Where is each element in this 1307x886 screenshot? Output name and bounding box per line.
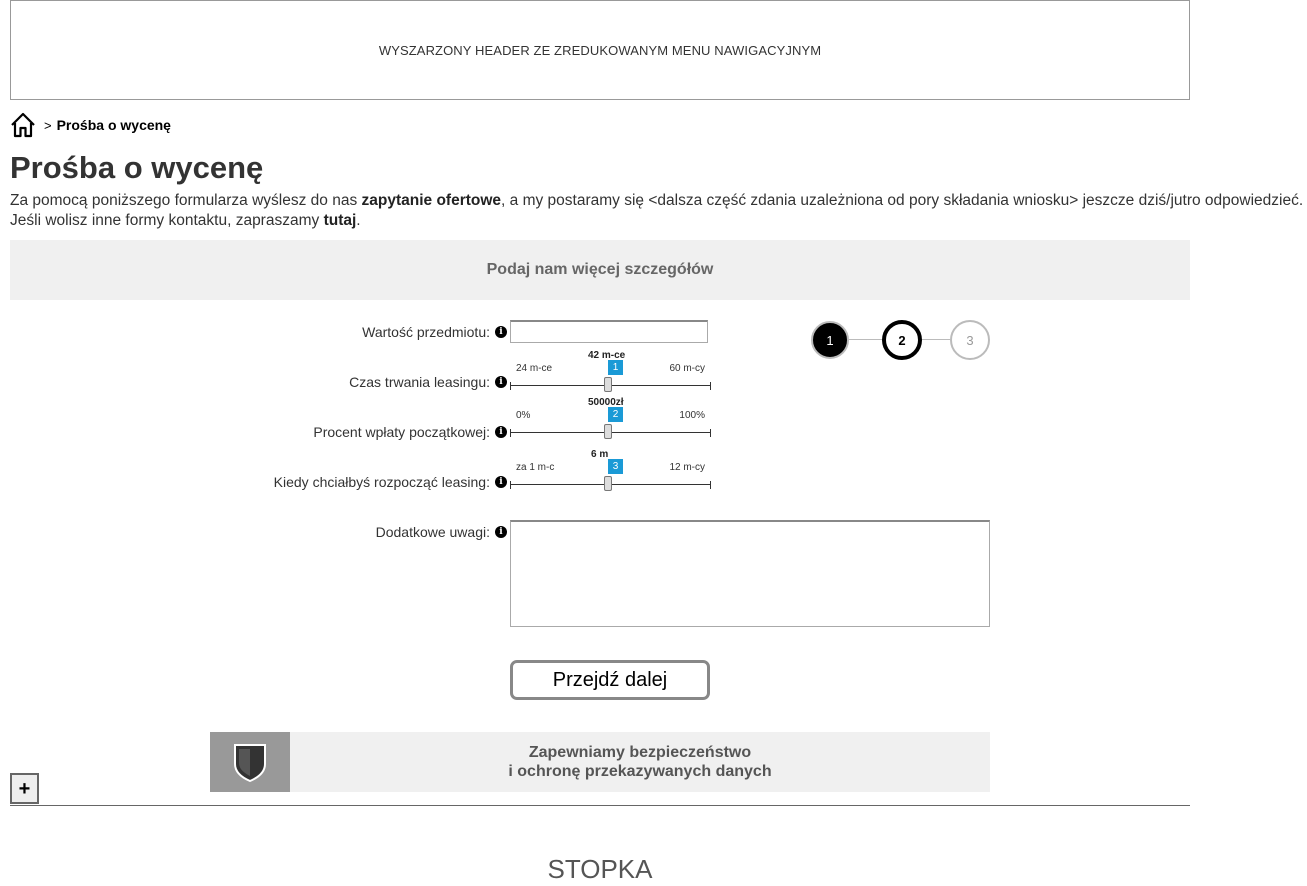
breadcrumb-current: Prośba o wycenę [56,117,171,133]
start-time-label: Kiedy chciałbyś rozpocząć leasing: [273,474,490,490]
security-line-2: i ochronę przekazywanych danych [508,763,772,780]
step-number: 2 [898,332,906,348]
slider-max-label: 12 m-cy [669,462,705,473]
step-number: 1 [826,332,834,348]
intro-text-part: Jeśli wolisz inne formy kontaktu, zapras… [10,212,324,229]
breadcrumb: > Prośba o wycenę [10,112,171,138]
slider-tick [510,481,511,489]
header-placeholder-text: WYSZARZONY HEADER ZE ZREDUKOWANYM MENU N… [378,42,822,58]
info-icon[interactable]: i [495,326,507,338]
down-payment-label: Procent wpłaty początkowej: [313,424,490,440]
slider-tick [710,481,711,489]
shield-icon [234,744,266,782]
slider-handle[interactable] [604,476,612,491]
security-text: Zapewniamy bezpieczeństwo i ochronę prze… [290,732,990,792]
slider-badge: 2 [608,407,623,422]
slider-tick [710,382,711,390]
intro-line-2: Jeśli wolisz inne formy kontaktu, zapras… [10,211,1307,231]
breadcrumb-separator: > [44,117,52,133]
slider-tick [510,429,511,437]
item-value-label: Wartość przedmiotu: [362,324,490,340]
intro-text: Za pomocą poniższego formularza wyślesz … [10,191,1307,231]
next-button[interactable]: Przejdź dalej [510,660,710,700]
intro-line-1: Za pomocą poniższego formularza wyślesz … [10,191,1307,211]
slider-max-label: 100% [679,410,705,421]
intro-bold: zapytanie ofertowe [361,192,502,209]
step-1: 1 [811,321,849,359]
slider-min-label: 24 m-ce [516,363,553,374]
security-banner: Zapewniamy bezpieczeństwo i ochronę prze… [210,732,990,792]
footer-divider [10,805,1190,806]
intro-text-part: . [356,212,361,229]
page-title: Prośba o wycenę [10,150,264,185]
info-icon[interactable]: i [495,476,507,488]
section-title: Podaj nam więcej szczegółów [486,261,714,278]
slider-min-label: za 1 m-c [516,462,555,473]
step-2-current: 2 [882,320,922,360]
slider-tick [710,429,711,437]
home-icon[interactable] [10,112,36,138]
lease-duration-slider[interactable]: 24 m-ce 60 m-cy 42 m-ce 1 [510,350,711,392]
slider-tick [510,382,511,390]
slider-max-label: 60 m-cy [669,363,705,374]
step-3: 3 [950,320,990,360]
intro-text-part: Za pomocą poniższego formularza wyślesz … [10,192,362,209]
slider-badge: 3 [608,459,623,474]
start-time-slider[interactable]: za 1 m-c 12 m-cy 6 m 3 [510,449,711,491]
info-icon[interactable]: i [495,376,507,388]
info-icon[interactable]: i [495,426,507,438]
security-line-1: Zapewniamy bezpieczeństwo [528,744,752,761]
intro-text-part: , a my postaramy się <dalsza część zdani… [501,192,1304,209]
step-number: 3 [966,332,974,348]
slider-handle[interactable] [604,424,612,439]
down-payment-slider[interactable]: 0% 100% 50000zł 2 [510,397,711,439]
header-placeholder: WYSZARZONY HEADER ZE ZREDUKOWANYM MENU N… [10,0,1190,100]
notes-label: Dodatkowe uwagi: [375,524,490,540]
expand-button[interactable]: + [10,773,39,804]
lease-duration-label: Czas trwania leasingu: [349,374,490,390]
info-icon[interactable]: i [495,526,507,538]
item-value-input[interactable] [510,320,708,343]
step-connector [849,339,882,340]
slider-badge: 1 [608,360,623,375]
footer-placeholder: STOPKA [547,854,653,884]
shield-box [210,732,290,792]
section-header: Podaj nam więcej szczegółów [10,240,1190,300]
step-connector [922,339,950,340]
slider-min-label: 0% [516,410,531,421]
notes-textarea[interactable] [510,520,990,627]
slider-value-label: 6 m [591,449,609,460]
contact-link[interactable]: tutaj [324,212,357,229]
slider-handle[interactable] [604,377,612,392]
